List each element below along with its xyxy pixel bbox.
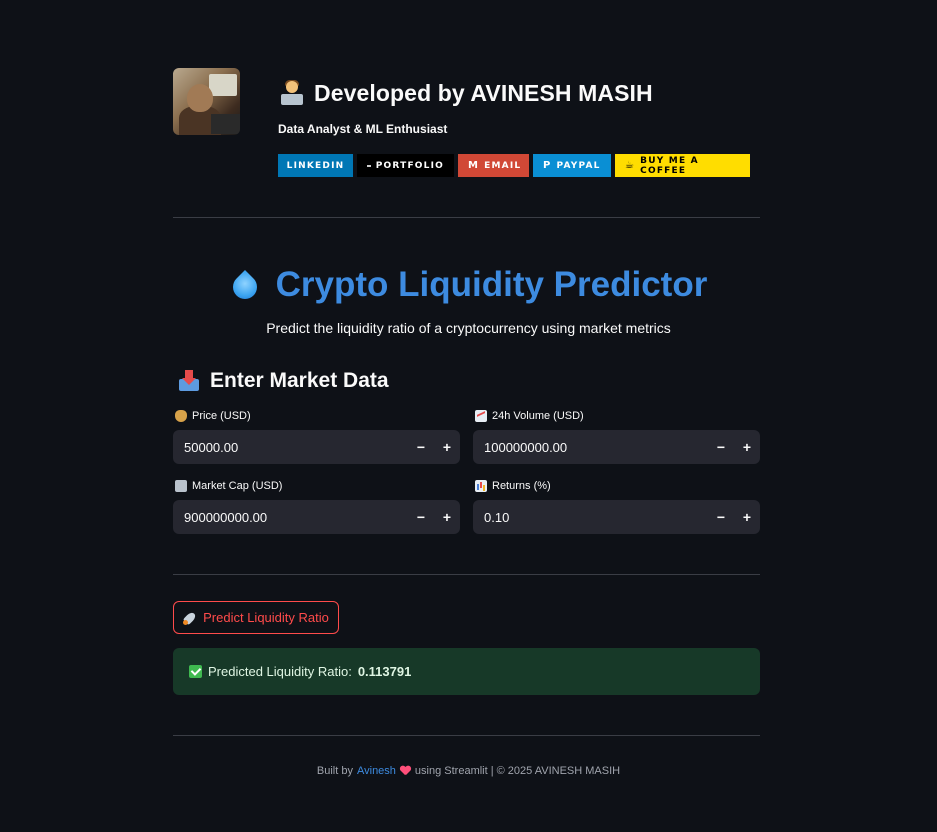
coffee-cup-icon: ☕ — [625, 159, 636, 171]
footer-using: using Streamlit | © 2025 AVINESH MASIH — [414, 765, 621, 777]
returns-increment-button[interactable]: + — [734, 500, 760, 534]
prediction-result: Predicted Liquidity Ratio: 0.113791 — [173, 648, 760, 695]
result-value: 0.113791 — [357, 664, 412, 679]
technologist-icon — [280, 80, 304, 105]
email-badge[interactable]: M EMAIL — [458, 154, 529, 177]
section-heading: Enter Market Data — [178, 366, 389, 396]
check-mark-icon — [189, 665, 202, 678]
developer-title: Developed by AVINESH MASIH — [280, 78, 653, 108]
price-decrement-button[interactable]: − — [408, 430, 434, 464]
paypal-badge-label: PAYPAL — [556, 160, 601, 171]
price-input[interactable]: 50000.00 − + — [173, 430, 460, 464]
market-cap-increment-button[interactable]: + — [434, 500, 460, 534]
coffee-badge-label: BUY ME A COFFEE — [640, 155, 699, 176]
returns-value[interactable]: 0.10 — [473, 510, 708, 525]
volume-increment-button[interactable]: + — [734, 430, 760, 464]
chart-increasing-icon — [475, 410, 487, 422]
price-label-text: Price (USD) — [192, 410, 251, 422]
market-cap-input[interactable]: 900000000.00 − + — [173, 500, 460, 534]
bank-icon — [175, 480, 187, 492]
app-title: Crypto Liquidity Predictor — [0, 262, 937, 308]
developer-subtitle: Data Analyst & ML Enthusiast — [278, 122, 448, 136]
footer-built-by: Built by — [316, 765, 353, 777]
divider — [173, 217, 760, 218]
author-link[interactable]: Avinesh — [357, 765, 396, 777]
paypal-icon: P — [543, 159, 552, 171]
price-label: Price (USD) — [175, 410, 251, 422]
gmail-icon: M — [468, 159, 480, 171]
app-title-text: Crypto Liquidity Predictor — [275, 265, 708, 304]
portfolio-badge[interactable]: PORTFOLIO — [357, 154, 454, 177]
market-cap-label: Market Cap (USD) — [175, 480, 282, 492]
footer: Built by Avinesh using Streamlit | © 202… — [0, 765, 937, 777]
developer-title-text: Developed by AVINESH MASIH — [314, 79, 653, 106]
avatar — [173, 68, 240, 135]
email-badge-label: EMAIL — [484, 160, 522, 171]
price-increment-button[interactable]: + — [434, 430, 460, 464]
app-page: Developed by AVINESH MASIH Data Analyst … — [0, 0, 937, 832]
volume-input[interactable]: 100000000.00 − + — [473, 430, 760, 464]
section-heading-text: Enter Market Data — [210, 369, 389, 392]
returns-input[interactable]: 0.10 − + — [473, 500, 760, 534]
predict-button[interactable]: Predict Liquidity Ratio — [173, 601, 339, 634]
portfolio-icon — [367, 164, 371, 167]
heart-icon — [400, 766, 411, 776]
volume-value[interactable]: 100000000.00 — [473, 440, 708, 455]
portfolio-badge-label: PORTFOLIO — [375, 160, 444, 171]
linkedin-badge[interactable]: LINKEDIN — [278, 154, 353, 177]
returns-label: Returns (%) — [475, 480, 551, 492]
rocket-icon — [183, 611, 197, 625]
returns-label-text: Returns (%) — [492, 480, 551, 492]
volume-label: 24h Volume (USD) — [475, 410, 584, 422]
buy-me-a-coffee-badge[interactable]: ☕ BUY ME A COFFEE — [615, 154, 750, 177]
linkedin-badge-label: LINKEDIN — [286, 160, 345, 171]
volume-decrement-button[interactable]: − — [708, 430, 734, 464]
paypal-badge[interactable]: P PAYPAL — [533, 154, 611, 177]
divider — [173, 735, 760, 736]
predict-button-label: Predict Liquidity Ratio — [203, 610, 329, 625]
app-subtitle: Predict the liquidity ratio of a cryptoc… — [266, 320, 671, 336]
volume-label-text: 24h Volume (USD) — [492, 410, 584, 422]
money-bag-icon — [175, 410, 187, 422]
returns-decrement-button[interactable]: − — [708, 500, 734, 534]
divider — [173, 574, 760, 575]
market-cap-label-text: Market Cap (USD) — [192, 480, 283, 492]
price-value[interactable]: 50000.00 — [173, 440, 408, 455]
inbox-tray-icon — [178, 370, 200, 392]
social-badges: LINKEDIN PORTFOLIO M EMAIL P PAYPAL ☕ BU… — [278, 154, 750, 177]
result-prefix: Predicted Liquidity Ratio: — [208, 664, 352, 679]
market-cap-value[interactable]: 900000000.00 — [173, 510, 408, 525]
bar-chart-icon — [475, 480, 487, 492]
droplet-icon — [230, 267, 260, 303]
market-cap-decrement-button[interactable]: − — [408, 500, 434, 534]
